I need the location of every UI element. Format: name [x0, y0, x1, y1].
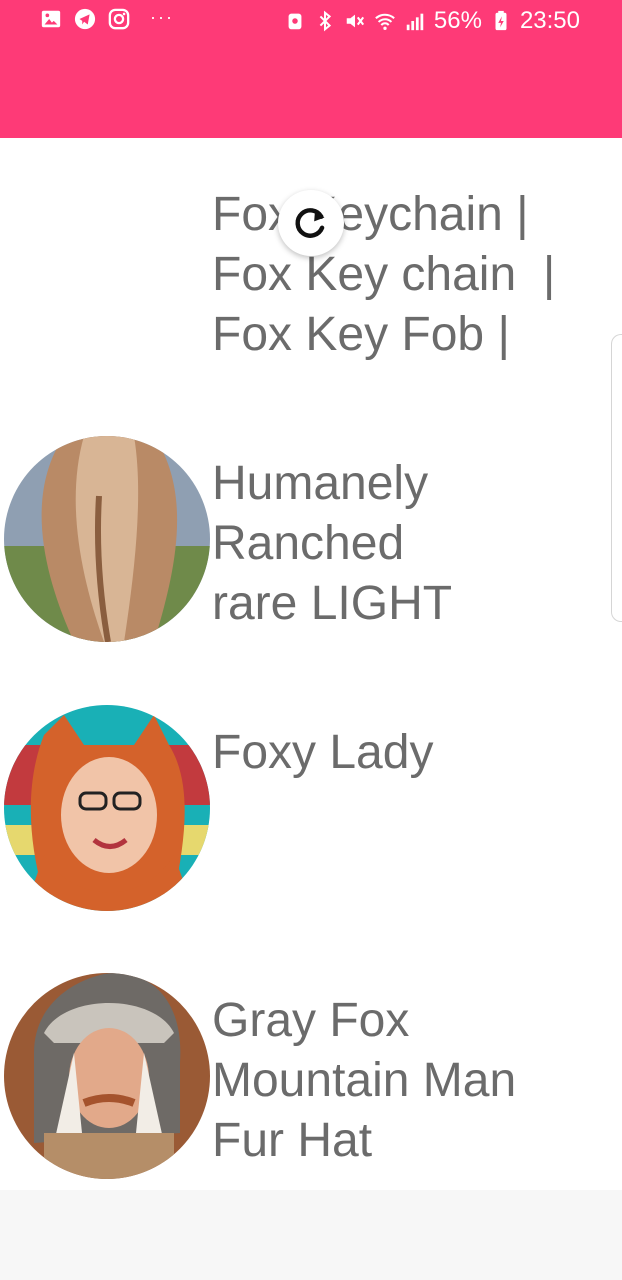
bluetooth-icon — [314, 10, 336, 32]
list-item[interactable]: Humanely Ranched rare LIGHT — [0, 436, 622, 704]
more-notifications-icon: ··· — [150, 6, 174, 27]
telegram-icon — [74, 8, 96, 30]
item-title: Gray Fox Mountain Man Fur Hat — [212, 994, 517, 1167]
app-bar: ··· 56% 23:50 — [0, 0, 622, 138]
refresh-indicator — [278, 190, 344, 256]
alarm-icon — [284, 10, 306, 32]
item-title: Humanely Ranched rare LIGHT — [212, 457, 453, 630]
image-icon — [40, 8, 62, 30]
bottom-bar — [0, 1190, 622, 1280]
item-title: Fox Keychain | Fox Key chain | Fox Key F… — [212, 188, 556, 361]
battery-percent: 56% — [433, 7, 482, 34]
signal-icon — [404, 10, 426, 32]
item-thumbnail — [4, 705, 210, 911]
item-title: Foxy Lady — [212, 726, 434, 779]
instagram-icon — [108, 8, 130, 30]
edge-panel-handle[interactable] — [611, 334, 622, 622]
status-right: 56% 23:50 — [284, 6, 580, 36]
list-item[interactable]: Foxy Lady — [0, 705, 622, 973]
clock-time: 23:50 — [519, 7, 580, 34]
item-thumbnail — [4, 436, 210, 642]
product-list: Fox Keychain | Fox Key chain | Fox Key F… — [0, 138, 622, 1190]
status-bar: ··· 56% 23:50 — [0, 0, 622, 44]
mute-icon — [344, 10, 366, 32]
refresh-icon — [295, 208, 325, 238]
wifi-icon — [374, 10, 396, 32]
battery-charging-icon — [490, 10, 512, 32]
status-left-icons: ··· — [40, 6, 174, 30]
item-thumbnail — [4, 973, 210, 1179]
